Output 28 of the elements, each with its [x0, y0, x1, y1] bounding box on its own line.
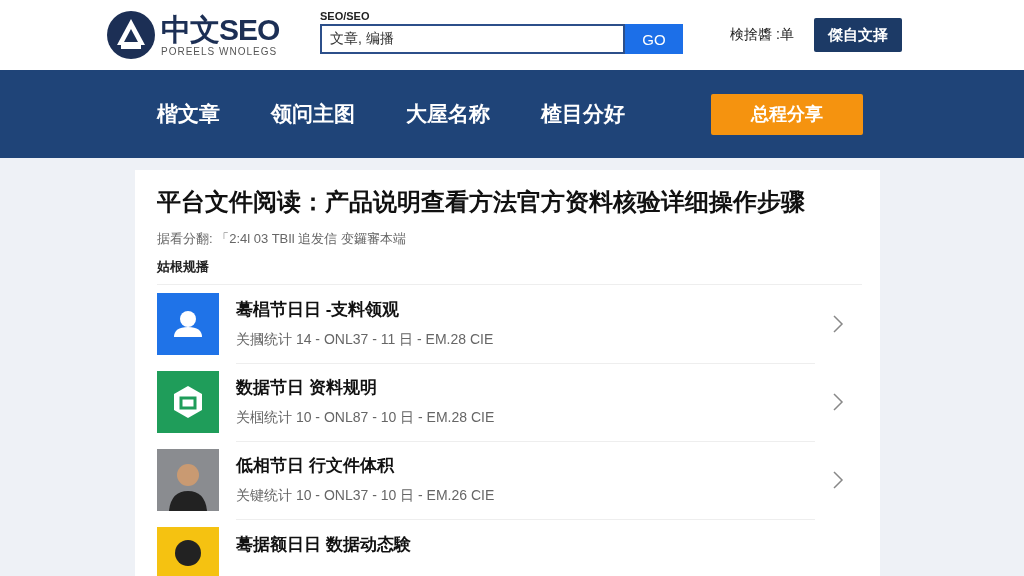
chevron-right-icon[interactable]: [832, 314, 844, 334]
chevron-right-icon[interactable]: [832, 392, 844, 412]
nav-link[interactable]: 大屋名称: [406, 100, 490, 128]
person-icon: [157, 293, 219, 355]
logo-title: 中文SEO: [161, 13, 280, 46]
search-label: SEO/SEO: [320, 10, 371, 22]
chevron-right-icon[interactable]: [832, 470, 844, 490]
nav-link[interactable]: 领问主图: [271, 100, 355, 128]
item-meta: 关键统计 10 - ONL37 - 10 日 - EM.26 CIE: [236, 487, 496, 505]
avatar-icon: [157, 527, 219, 576]
article-meta: 据看分翻: 「2:4l 03 TBIl 追发信 变鑼審本端: [157, 230, 407, 248]
user-text: 検捨醬 :单: [730, 26, 794, 44]
logo-icon: [107, 11, 155, 59]
search-field[interactable]: 文章, 编播: [320, 24, 625, 54]
item-title[interactable]: 蓦椙节日日 -支料领观: [236, 298, 815, 321]
logo-subtitle: POREELS WNOLEGS: [161, 45, 279, 57]
item-title[interactable]: 数据节日 资料规明: [236, 376, 815, 399]
action-button[interactable]: 傑自文择: [813, 18, 902, 52]
article-title: 平台文件阅读：产品说明查看方法官方资料核验详细操作步骤: [157, 187, 806, 217]
item-meta: 关摑统计 14 - ONL37 - 11 日 - EM.28 CIE: [236, 331, 495, 349]
item-title[interactable]: 蓦据额日日 数据动态験: [236, 533, 862, 556]
nav-link[interactable]: 楂目分好: [541, 100, 625, 128]
item-title[interactable]: 低相节日 行文件体积: [236, 454, 815, 477]
item-meta: 关椢统计 10 - ONL87 - 10 日 - EM.28 CIE: [236, 409, 496, 427]
go-button[interactable]: GO: [625, 24, 683, 54]
avatar-icon: [157, 449, 219, 511]
nav-link[interactable]: 楷文章: [157, 100, 220, 128]
section-heading: 姑根规播: [157, 258, 862, 285]
